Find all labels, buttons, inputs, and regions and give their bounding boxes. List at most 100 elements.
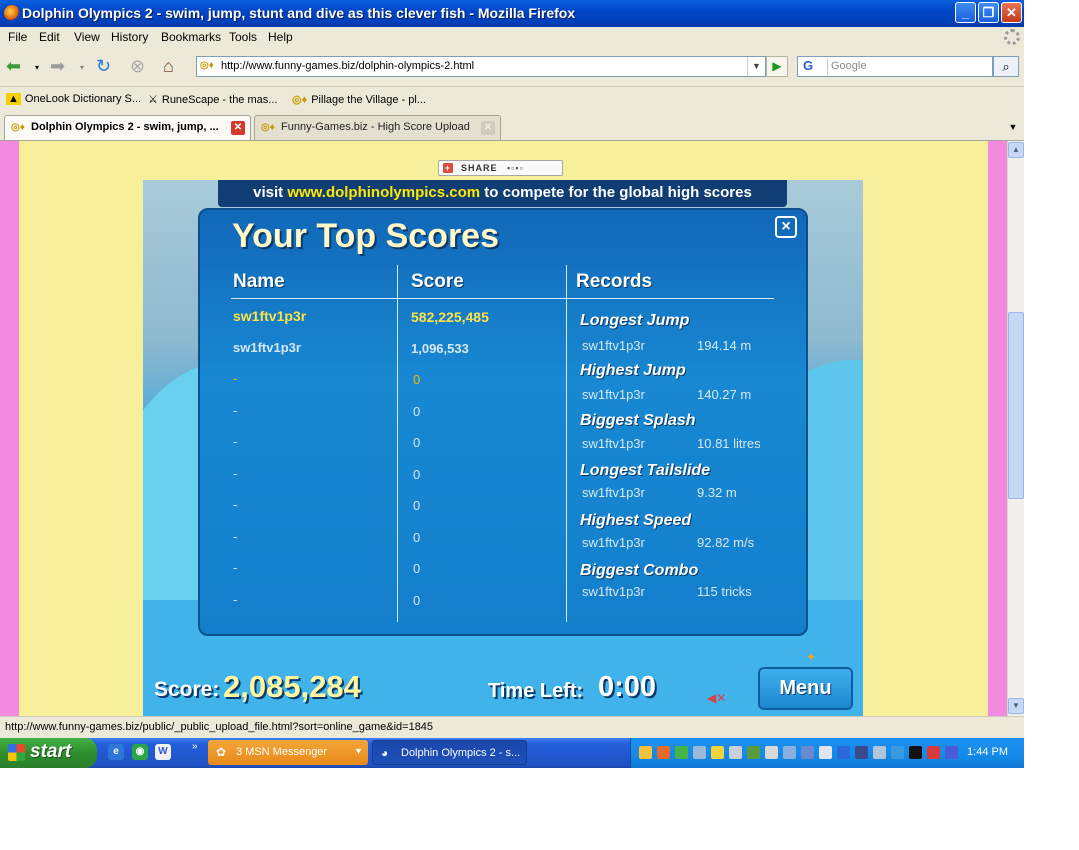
score-row-value: 582,225,485 [411,309,489,325]
word-quicklaunch-icon[interactable]: W [155,744,171,760]
ie-quicklaunch-icon[interactable]: e [108,744,124,760]
sound-toggle-icon[interactable]: ◀✕ [707,691,726,705]
msn-icon: ✿ [216,745,227,759]
column-divider [397,265,398,622]
record-value: 140.27 m [697,387,752,402]
tray-messenger-icon[interactable] [675,746,688,759]
game-menu-button[interactable]: Menu [758,667,853,710]
menu-edit[interactable]: Edit [39,30,60,44]
address-url[interactable]: http://www.funny-games.biz/dolphin-olymp… [221,60,474,72]
search-input[interactable]: Google [831,60,866,72]
left-border-strip [0,141,19,716]
banner-site-link[interactable]: www.dolphinolympics.com [287,184,480,201]
record-title: Highest Jump [580,362,686,379]
bookmark-label: RuneScape - the mas... [161,94,278,106]
menu-bookmarks[interactable]: Bookmarks [161,30,221,44]
bookmark-onelook[interactable]: ▲ OneLook Dictionary S... [6,93,141,105]
tray-security-icon[interactable] [711,746,724,759]
tray-app-icon[interactable] [891,746,904,759]
tab-close-icon[interactable]: ✕ [231,121,245,135]
messenger-quicklaunch-icon[interactable]: ◉ [132,744,148,760]
menu-history[interactable]: History [111,30,148,44]
taskbar-msn-messenger[interactable]: ✿ 3 MSN Messenger ▼ [208,740,368,765]
tray-app-icon[interactable] [837,746,850,759]
windows-logo-icon [8,744,25,761]
tray-app-icon[interactable] [855,746,868,759]
forward-history-dropdown-icon[interactable]: ▾ [80,63,84,72]
record-holder: sw1ftv1p3r [582,338,645,353]
menu-tools[interactable]: Tools [229,30,257,44]
share-button[interactable]: + SHARE ▪▫▪▫ [438,160,563,176]
reload-icon[interactable]: ↻ [96,55,111,77]
game-area[interactable]: visit www.dolphinolympics.com to compete… [143,180,863,716]
back-history-dropdown-icon[interactable]: ▾ [35,63,39,72]
tray-app-icon[interactable] [747,746,760,759]
home-icon[interactable]: ⌂ [163,55,174,77]
bookmark-pillage-the-village[interactable]: ◎♦ Pillage the Village - pl... [292,93,426,106]
score-row-value: 0 [413,593,421,608]
tray-network-icon[interactable] [693,746,706,759]
address-dropdown-icon[interactable]: ▼ [747,57,765,76]
minimize-button[interactable]: _ [955,2,976,23]
tray-app-icon[interactable] [657,746,670,759]
list-all-tabs-icon[interactable]: ▼ [1004,117,1022,137]
tray-app-icon[interactable] [783,746,796,759]
address-bar[interactable]: ◎♦ http://www.funny-games.biz/dolphin-ol… [196,56,766,77]
scroll-up-icon[interactable]: ▲ [1008,142,1024,158]
quicklaunch-overflow-icon[interactable]: » [192,741,198,752]
restore-button[interactable]: ❐ [978,2,999,23]
share-label: SHARE [461,163,498,173]
site-favicon-icon: ◎♦ [292,94,308,106]
record-value: 115 tricks [697,584,752,599]
tray-antivirus-icon[interactable] [927,746,940,759]
score-row-name: sw1ftv1p3r [233,308,307,324]
score-row-value: 0 [413,404,421,419]
search-engine-selector[interactable]: G [800,58,828,75]
tray-app-icon[interactable] [765,746,778,759]
time-left-label: Time Left: [488,680,584,702]
tray-app-icon[interactable] [945,746,958,759]
menu-help[interactable]: Help [268,30,293,44]
tab-dolphin-olympics[interactable]: ◎♦ Dolphin Olympics 2 - swim, jump, ... … [4,115,251,140]
search-icon[interactable]: ⌕ [993,56,1019,77]
bookmark-runescape[interactable]: ⚔ RuneScape - the mas... [148,93,277,106]
close-panel-button[interactable]: × [775,216,797,238]
scrollbar-thumb[interactable] [1008,312,1024,499]
dolphin-icon: ✦ [806,650,817,664]
back-icon[interactable]: ⬅ [6,55,21,77]
taskbar-firefox[interactable]: ◕ Dolphin Olympics 2 - s... [372,740,527,765]
stop-icon[interactable]: ⊗ [130,55,145,77]
page-scrollbar[interactable]: ▲ ▼ [1007,141,1024,716]
tray-app-icon[interactable] [819,746,832,759]
bookmark-label: Pillage the Village - pl... [311,94,426,106]
group-dropdown-icon[interactable]: ▼ [354,746,363,756]
column-header-records: Records [576,271,653,292]
record-value: 92.82 m/s [697,535,755,550]
menu-file[interactable]: File [8,30,27,44]
global-high-scores-banner[interactable]: visit www.dolphinolympics.com to compete… [218,180,787,207]
tray-app-icon[interactable] [639,746,652,759]
column-divider [566,265,567,622]
search-bar[interactable]: G Google [797,56,993,77]
score-row-value: 0 [413,530,421,545]
tab-title: Funny-Games.biz - High Score Upload [281,121,470,133]
navigation-toolbar: ⬅ ▾ ➡ ▾ ↻ ⊗ ⌂ ◎♦ http://www.funny-games.… [0,47,1024,87]
tab-high-score-upload[interactable]: ◎♦ Funny-Games.biz - High Score Upload ✕ [254,115,501,140]
forward-icon[interactable]: ➡ [50,55,65,77]
column-header-name: Name [233,271,285,292]
tray-app-icon[interactable] [729,746,742,759]
activity-throbber-icon [1004,29,1020,45]
tray-app-icon[interactable] [873,746,886,759]
go-button[interactable]: ▶ [766,56,788,77]
window-title-bar[interactable]: Dolphin Olympics 2 - swim, jump, stunt a… [0,0,1024,27]
tray-app-icon[interactable] [801,746,814,759]
top-scores-panel: Your Top Scores × Name Score Records sw1… [198,208,808,636]
menu-view[interactable]: View [74,30,100,44]
tab-close-icon[interactable]: ✕ [481,121,495,135]
close-window-button[interactable]: ✕ [1001,2,1022,23]
tray-app-icon[interactable] [909,746,922,759]
column-header-score: Score [411,271,464,292]
start-button[interactable]: start [0,738,97,768]
scroll-down-icon[interactable]: ▼ [1008,698,1024,714]
time-left-value: 0:00 [598,671,657,703]
